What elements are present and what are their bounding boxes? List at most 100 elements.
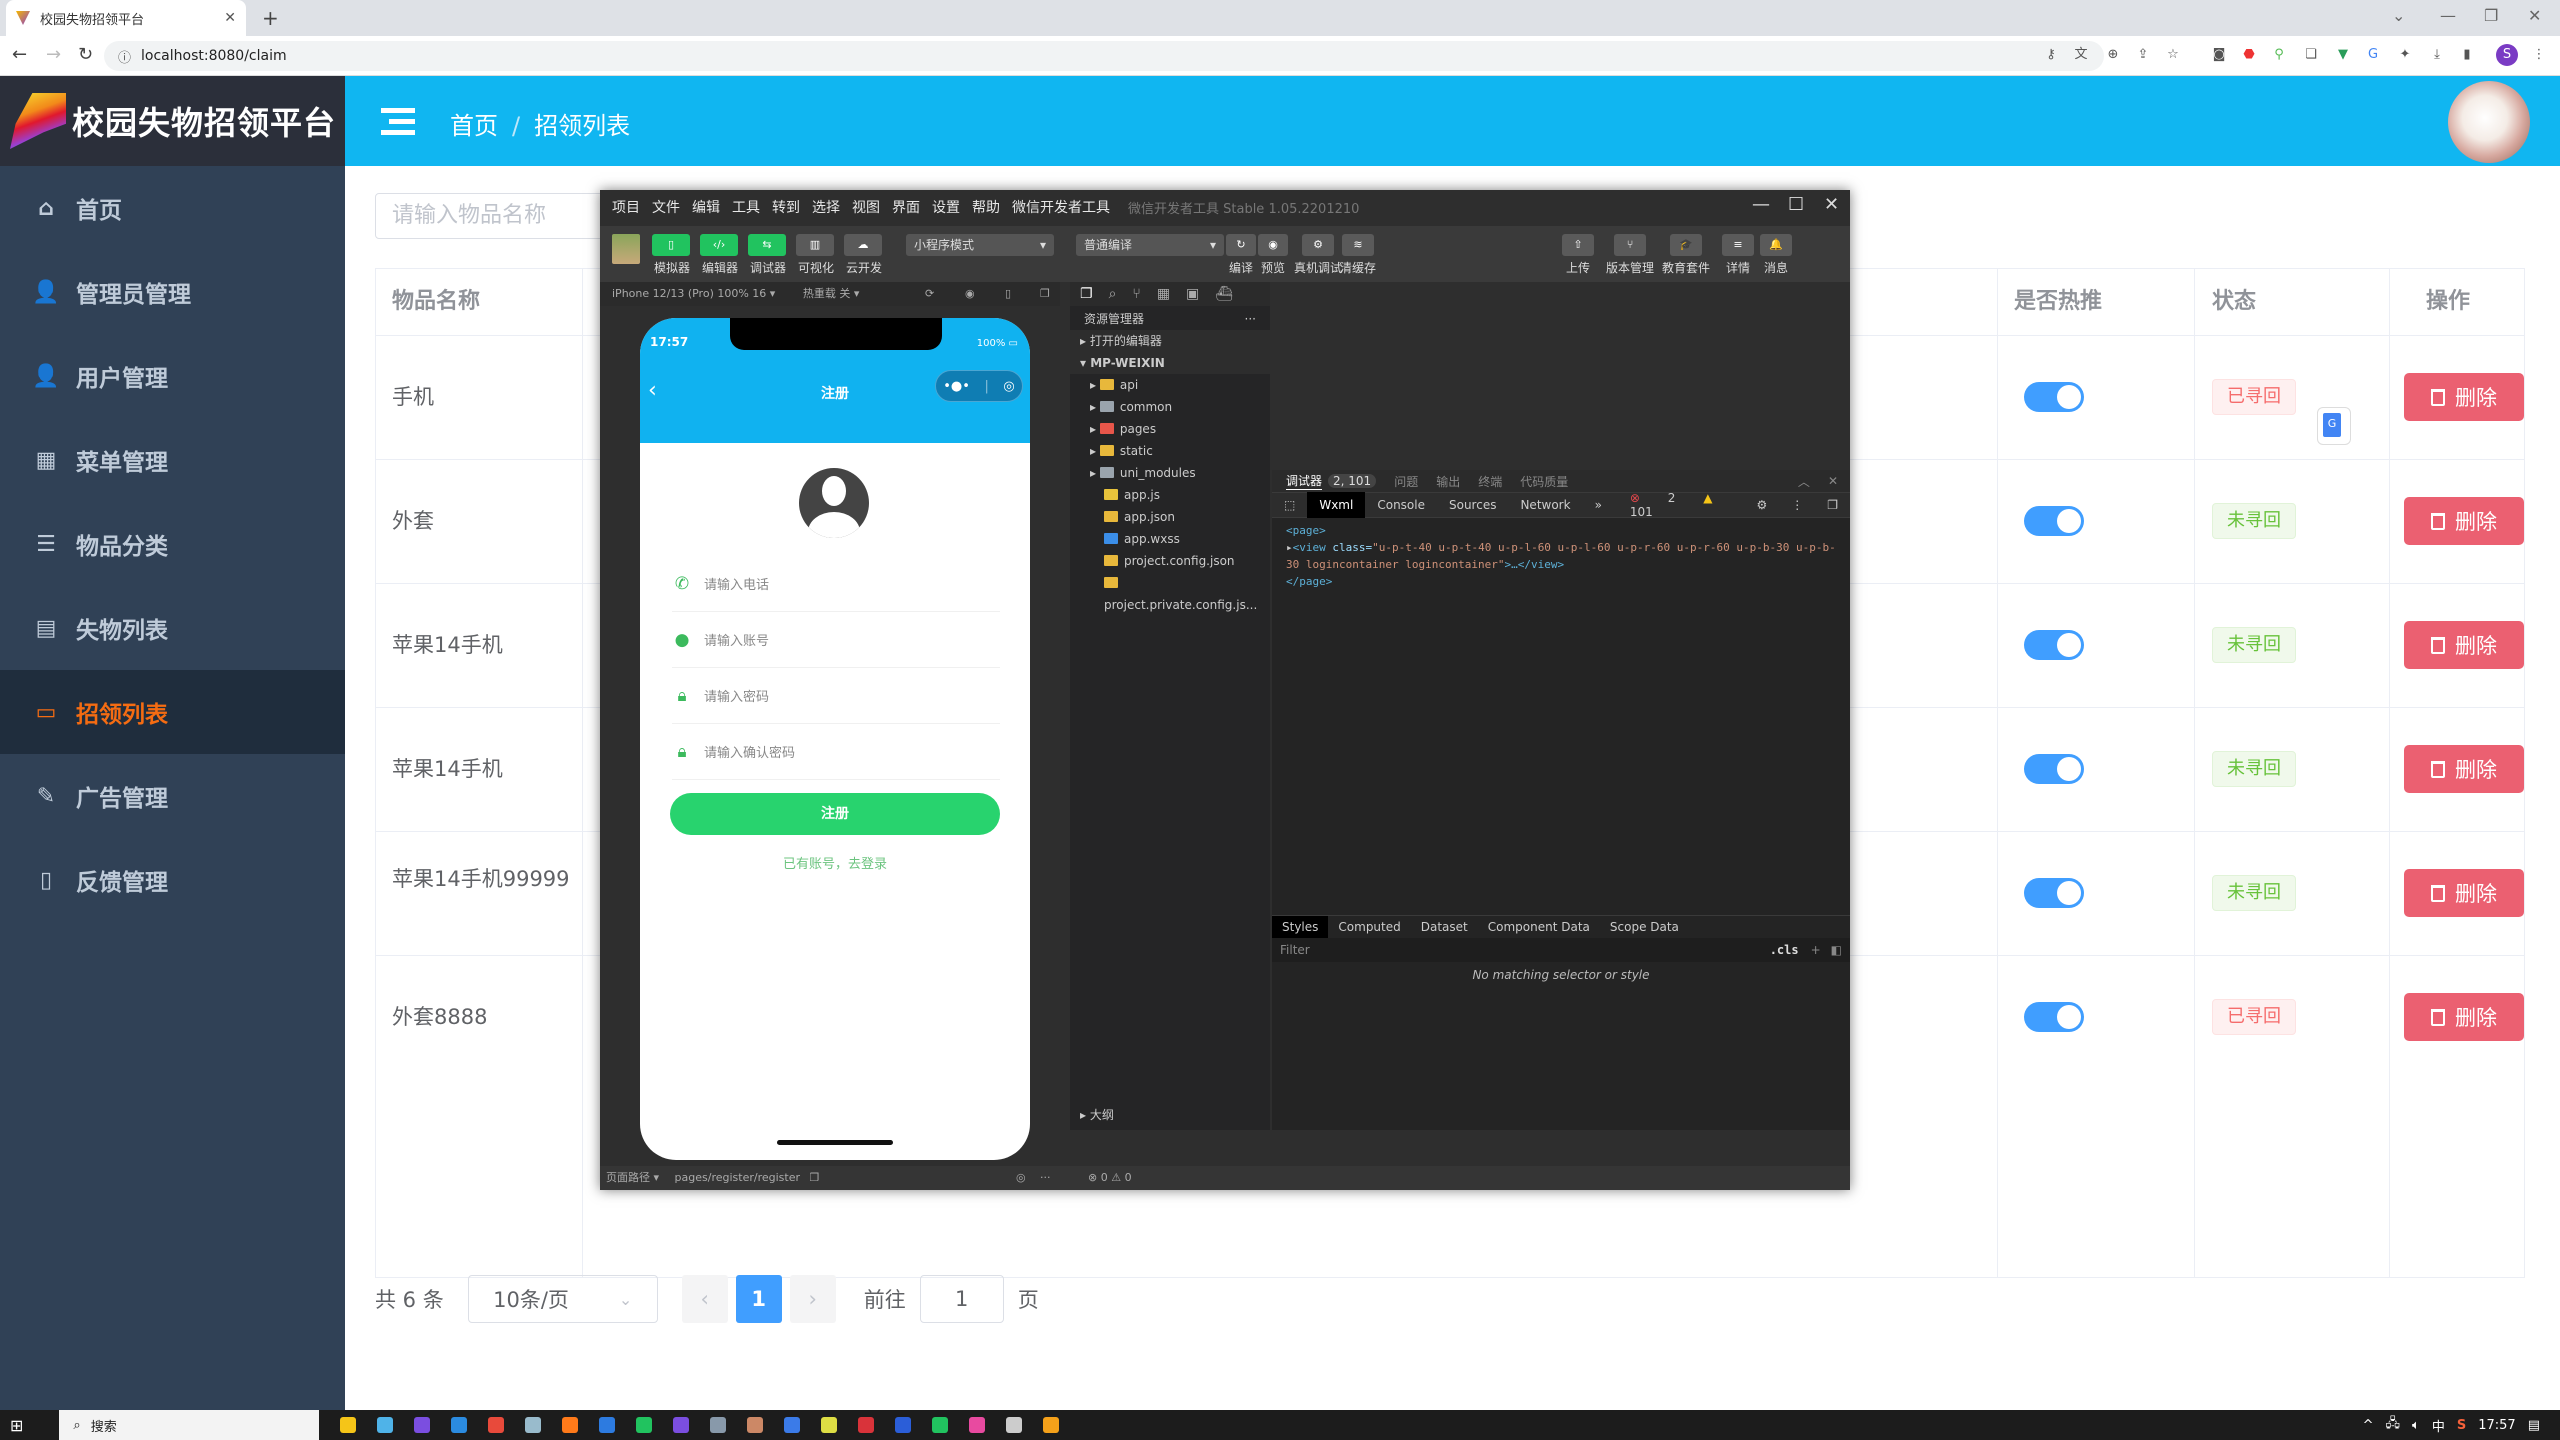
devtools-menu-item[interactable]: 界面 (892, 197, 920, 217)
devtools-menu-item[interactable]: 选择 (812, 197, 840, 217)
devtools-menu-item[interactable]: 编辑 (692, 197, 720, 217)
file-item[interactable]: project.private.config.js... (1070, 572, 1270, 612)
taskbar-search[interactable]: ⌕ 搜索 (59, 1410, 320, 1440)
back-button[interactable]: ← (12, 44, 27, 65)
git-icon[interactable]: ⑂ (1132, 286, 1140, 302)
save-icon[interactable]: ▣ (1186, 286, 1199, 302)
problem-counts[interactable]: ⊗ 0 ⚠ 0 (1088, 1166, 1132, 1190)
taskbar-app-icon[interactable] (969, 1417, 986, 1433)
sidebar-item-0[interactable]: ⌂ 首页 (0, 166, 345, 250)
wxml-page-close[interactable]: </page> (1286, 573, 1836, 590)
network-icon[interactable]: 🖧 (2386, 1414, 2401, 1436)
tab-issues[interactable]: 问题 (1394, 473, 1418, 490)
taskbar-app-icon[interactable] (858, 1417, 875, 1433)
visual-button[interactable]: ▥ (796, 234, 834, 256)
sidebar-item-7[interactable]: ✎ 广告管理 (0, 754, 345, 838)
collapse-panel-icon[interactable]: ︿ (1798, 473, 1810, 490)
taskbar-app-icon[interactable] (451, 1417, 468, 1433)
devtools-menu-item[interactable]: 转到 (772, 197, 800, 217)
debugger-button[interactable]: ⇆ (748, 234, 786, 256)
miniprogram-capsule[interactable]: •●• | ◎ (935, 370, 1023, 402)
more-tabs-icon[interactable]: » (1583, 498, 1614, 512)
key-icon[interactable]: ⚷ (2042, 46, 2060, 64)
hot-toggle[interactable] (2024, 878, 2084, 908)
docker-icon[interactable]: ⛴ (1215, 286, 1233, 302)
puzzle-icon[interactable]: ✦ (2396, 46, 2414, 64)
star-icon[interactable]: ☆ (2164, 46, 2182, 64)
simulator-button[interactable]: ▯ (652, 234, 690, 256)
menu-dots-icon[interactable]: ⋮ (2530, 46, 2548, 64)
user-avatar[interactable] (2448, 81, 2530, 163)
sidepanel-icon[interactable]: ▮ (2458, 46, 2476, 64)
windows-start-icon[interactable]: ⊞ (10, 1416, 23, 1435)
forward-button[interactable]: → (46, 44, 61, 65)
tab-component-data[interactable]: Component Data (1478, 916, 1600, 938)
add-rule-icon[interactable]: + (1811, 938, 1821, 962)
details-button[interactable]: ≡ (1722, 234, 1754, 256)
developer-avatar[interactable] (612, 234, 640, 264)
page-path-select[interactable]: 页面路径 ▾ (606, 1171, 659, 1184)
taskbar-app-icon[interactable] (340, 1417, 357, 1433)
taskbar-app-icon[interactable] (414, 1417, 431, 1433)
sidebar-item-6[interactable]: ▭ 招领列表 (0, 670, 345, 754)
device-select[interactable]: iPhone 12/13 (Pro) 100% 16 ▾ (612, 287, 775, 300)
hot-toggle[interactable] (2024, 1002, 2084, 1032)
dock-icon[interactable]: ❐ (1815, 498, 1850, 512)
remote-debug-button[interactable]: ⚙ (1302, 234, 1334, 256)
hot-toggle[interactable] (2024, 382, 2084, 412)
devtools-menu-item[interactable]: 工具 (732, 197, 760, 217)
folder-item[interactable]: ▸ pages (1070, 418, 1270, 440)
google-translate-icon[interactable]: G (2364, 46, 2382, 64)
phone-input[interactable]: ✆ 请输入电话 (672, 556, 1000, 612)
settings-gear-icon[interactable]: ⚙ (1744, 498, 1779, 512)
confirm-password-input[interactable]: 🔒︎ 请输入确认密码 (672, 724, 1000, 780)
taskbar-app-icon[interactable] (377, 1417, 394, 1433)
inspect-icon[interactable]: ⬚ (1272, 498, 1307, 512)
profile-avatar[interactable]: S (2496, 44, 2518, 66)
copy-path-icon[interactable]: ❐ (810, 1171, 820, 1184)
styles-filter-input[interactable]: Filter (1280, 938, 1770, 962)
wxml-page-open[interactable]: <page> (1286, 522, 1836, 539)
sidebar-item-1[interactable]: 👤 管理员管理 (0, 250, 345, 334)
next-page-button[interactable]: › (789, 1275, 836, 1323)
file-item[interactable]: project.config.json (1070, 550, 1270, 572)
devtools-close-button[interactable]: ✕ (1824, 194, 1839, 215)
hot-toggle[interactable] (2024, 506, 2084, 536)
delete-button[interactable]: 删除 (2404, 869, 2524, 917)
open-editors-section[interactable]: ▸ 打开的编辑器 (1070, 330, 1270, 352)
sidebar-item-8[interactable]: ▯ 反馈管理 (0, 838, 345, 922)
editor-button[interactable]: ‹/› (700, 234, 738, 256)
folder-item[interactable]: ▸ static (1070, 440, 1270, 462)
copy-icon[interactable]: ❏ (2302, 46, 2320, 64)
taskbar-app-icon[interactable] (821, 1417, 838, 1433)
tab-output[interactable]: 输出 (1436, 473, 1460, 490)
status-more-icon[interactable]: ··· (1040, 1166, 1051, 1190)
tab-scope-data[interactable]: Scope Data (1600, 916, 1689, 938)
rotate-icon[interactable]: ⟳ (925, 282, 934, 306)
shield-icon[interactable]: ⬣ (2240, 46, 2258, 64)
delete-button[interactable]: 删除 (2404, 621, 2524, 669)
translate-icon[interactable]: 文 (2072, 46, 2090, 64)
site-info-icon[interactable]: ⓘ (118, 47, 131, 66)
new-tab-button[interactable]: + (262, 6, 279, 30)
project-root[interactable]: ▾ MP-WEIXIN (1070, 352, 1270, 374)
devtools-maximize-button[interactable]: ☐ (1788, 194, 1804, 215)
tab-debugger[interactable]: 调试器 (1286, 472, 1323, 490)
compile-button[interactable]: ↻ (1226, 234, 1256, 256)
taskbar-app-icon[interactable] (525, 1417, 542, 1433)
google-translate-popup-icon[interactable]: G (2317, 407, 2351, 445)
education-button[interactable]: 🎓 (1670, 234, 1702, 256)
preview-button[interactable]: ◉ (1258, 234, 1288, 256)
minimize-button[interactable]: — (2440, 6, 2456, 25)
toggle-sidebar-icon[interactable]: ◧ (1831, 938, 1842, 962)
messages-button[interactable]: 🔔 (1760, 234, 1792, 256)
hot-reload-select[interactable]: 热重载 关 ▾ (803, 287, 860, 300)
prev-page-button[interactable]: ‹ (681, 1275, 728, 1323)
password-input[interactable]: 🔒︎ 请输入密码 (672, 668, 1000, 724)
hot-toggle[interactable] (2024, 754, 2084, 784)
camera-icon[interactable]: ◙ (2210, 46, 2228, 64)
collapse-menu-icon[interactable] (381, 108, 415, 136)
devtools-menu-item[interactable]: 文件 (652, 197, 680, 217)
version-button[interactable]: ⑂ (1614, 234, 1646, 256)
goto-page-input[interactable]: 1 (919, 1275, 1004, 1323)
